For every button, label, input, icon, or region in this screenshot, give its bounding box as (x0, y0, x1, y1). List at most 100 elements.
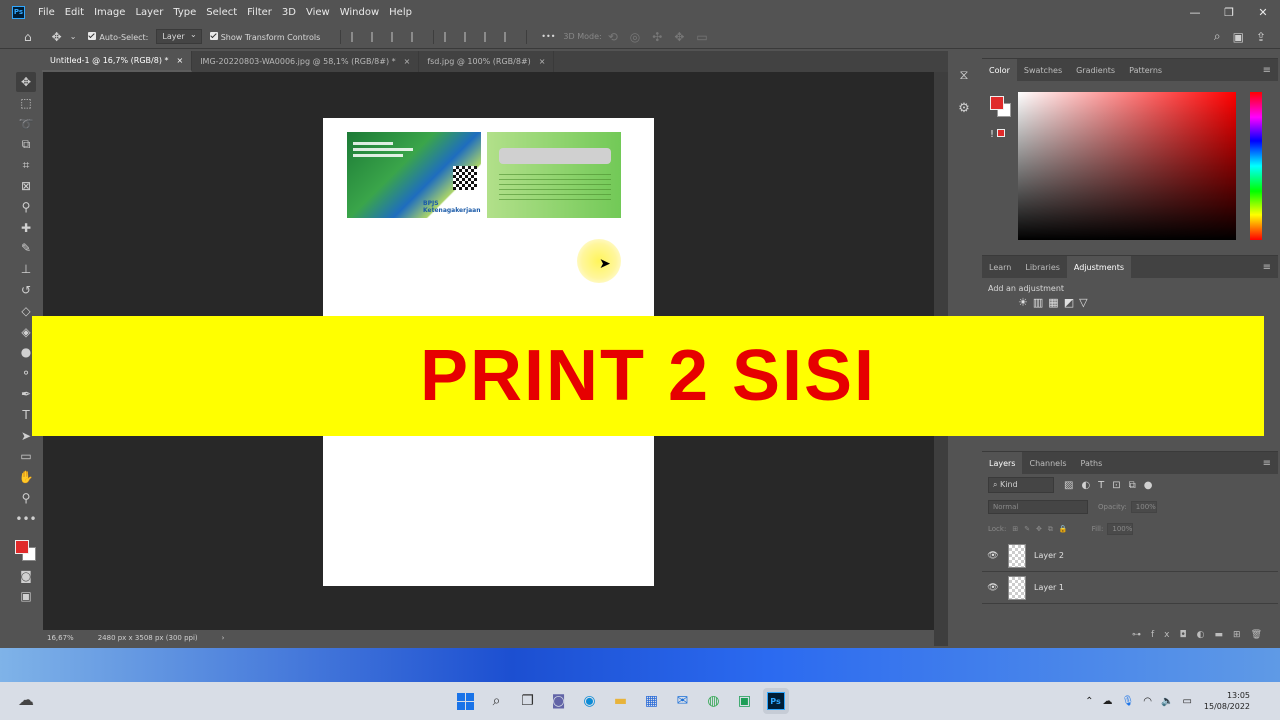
clock[interactable]: 13:05 15/08/2022 (1204, 690, 1250, 712)
close-tab-icon[interactable]: × (404, 57, 411, 66)
visibility-eye-icon[interactable]: 👁 (982, 583, 1004, 593)
microsoft-store-icon[interactable]: ▦ (639, 688, 665, 714)
tab-gradients[interactable]: Gradients (1069, 59, 1122, 81)
menu-image[interactable]: Image (89, 7, 130, 18)
tab-channels[interactable]: Channels (1022, 452, 1073, 474)
restore-button[interactable]: ❐ (1212, 0, 1246, 24)
eyedropper-tool-icon[interactable]: ⚲ (16, 197, 36, 217)
tab-libraries[interactable]: Libraries (1018, 256, 1067, 278)
menu-layer[interactable]: Layer (130, 7, 168, 18)
search-icon[interactable]: ⌕ (1214, 29, 1221, 44)
new-group-icon[interactable]: ▬ (1215, 630, 1234, 640)
fill-input[interactable]: 100% (1107, 523, 1134, 535)
delete-layer-icon[interactable]: 🗑 (1251, 630, 1272, 640)
chat-icon[interactable]: ◙ (546, 688, 572, 714)
gamut-warning-icon[interactable]: ! (990, 129, 1006, 140)
tab-layers[interactable]: Layers (982, 452, 1023, 474)
object-selection-tool-icon[interactable]: ⧉ (16, 134, 36, 154)
align-left-icon[interactable] (351, 31, 363, 42)
task-view-icon[interactable]: ❐ (515, 688, 541, 714)
tab-adjustments[interactable]: Adjustments (1066, 256, 1132, 278)
frame-tool-icon[interactable]: ⊠ (16, 176, 36, 196)
workspace-icon[interactable]: ▣ (1233, 30, 1244, 44)
new-adjustment-icon[interactable]: ◐ (1197, 630, 1215, 640)
menu-file[interactable]: File (33, 7, 60, 18)
brightness-icon[interactable]: ☀ (1018, 296, 1033, 309)
brush-tool-icon[interactable]: ✎ (16, 238, 36, 258)
menu-help[interactable]: Help (384, 7, 417, 18)
curves-icon[interactable]: ▦ (1048, 296, 1063, 309)
photoshop-taskbar-icon[interactable]: Ps (762, 688, 789, 714)
filter-type-icons[interactable]: ▨◐T⊡⧉● (1064, 480, 1161, 491)
levels-icon[interactable]: ▥ (1033, 296, 1048, 309)
3d-scale-icon[interactable]: ▭ (696, 30, 707, 44)
3d-drag-icon[interactable]: ✣ (652, 30, 662, 44)
menu-edit[interactable]: Edit (60, 7, 89, 18)
minimize-button[interactable]: — (1178, 0, 1212, 24)
3d-slide-icon[interactable]: ✥ (674, 30, 684, 44)
opacity-input[interactable]: 100% (1130, 501, 1157, 513)
align-center-icon[interactable] (371, 31, 383, 42)
lasso-tool-icon[interactable]: ➰ (16, 114, 36, 134)
tab-swatches[interactable]: Swatches (1017, 59, 1069, 81)
zoom-tool-icon[interactable]: ⚲ (16, 488, 36, 508)
more-options-button[interactable]: ••• (541, 32, 555, 41)
tab-fsd[interactable]: fsd.jpg @ 100% (RGB/8#) × (419, 51, 555, 72)
hand-tool-icon[interactable]: ✋ (16, 467, 36, 487)
chrome-icon[interactable]: ◍ (701, 688, 727, 714)
panel-menu-icon[interactable]: ≡ (1256, 59, 1278, 81)
move-tool-icon[interactable]: ✥ (16, 72, 36, 92)
menu-3d[interactable]: 3D (277, 7, 301, 18)
new-layer-icon[interactable]: ⊞ (1233, 630, 1251, 640)
3d-roll-icon[interactable]: ◎ (630, 30, 640, 44)
zoom-level[interactable]: 16,67% (47, 634, 74, 642)
kind-filter-select[interactable]: ⌕ Kind (988, 477, 1054, 493)
panel-menu-icon[interactable]: ≡ (1256, 256, 1278, 278)
3d-orbit-icon[interactable]: ⟲ (608, 30, 618, 44)
layer-name[interactable]: Layer 2 (1034, 551, 1064, 560)
microphone-icon[interactable]: 🎙 (1122, 696, 1135, 707)
properties-panel-icon[interactable]: ⚙ (958, 101, 970, 116)
menu-type[interactable]: Type (168, 7, 201, 18)
align-top-icon[interactable] (444, 31, 456, 42)
tool-preset-chevron-icon[interactable]: ⌄ (70, 32, 77, 41)
start-button[interactable] (453, 688, 479, 714)
menu-window[interactable]: Window (335, 7, 384, 18)
tab-paths[interactable]: Paths (1074, 452, 1110, 474)
menu-view[interactable]: View (301, 7, 335, 18)
more-tools-icon[interactable]: ••• (15, 509, 36, 529)
home-icon[interactable]: ⌂ (24, 30, 32, 44)
layer-row[interactable]: 👁 Layer 1 (982, 572, 1278, 604)
tab-img-wa0006[interactable]: IMG-20220803-WA0006.jpg @ 58,1% (RGB/8#)… (192, 51, 420, 72)
history-brush-tool-icon[interactable]: ↺ (16, 280, 36, 300)
marquee-tool-icon[interactable]: ⬚ (16, 93, 36, 113)
history-panel-icon[interactable]: ⧖ (959, 68, 968, 83)
tab-color[interactable]: Color (982, 59, 1017, 81)
foreground-color-chip[interactable] (990, 96, 1004, 110)
blend-mode-select[interactable]: Normal (988, 500, 1088, 514)
wifi-icon[interactable]: ◠ (1143, 696, 1152, 707)
volume-icon[interactable]: 🔈 (1161, 696, 1173, 707)
hue-slider[interactable] (1250, 92, 1262, 240)
distribute-icon[interactable] (411, 31, 423, 42)
auto-select-checkbox[interactable]: Auto-Select: (88, 31, 148, 42)
tab-untitled-1[interactable]: Untitled-1 @ 16,7% (RGB/8) * × (42, 51, 193, 72)
foreground-color-swatch[interactable] (15, 539, 29, 554)
exposure-icon[interactable]: ◩ (1064, 296, 1079, 309)
gradient-map-icon[interactable]: ▽ (1079, 296, 1092, 309)
lock-icons[interactable]: ⊞✎✥⧉🔒 (1012, 525, 1073, 534)
status-menu-arrow[interactable]: › (222, 634, 225, 642)
edge-browser-icon[interactable]: ◉ (577, 688, 603, 714)
tab-patterns[interactable]: Patterns (1122, 59, 1169, 81)
align-right-icon[interactable] (391, 31, 403, 42)
clone-stamp-tool-icon[interactable]: ⊥ (16, 259, 36, 279)
rectangle-tool-icon[interactable]: ▭ (16, 446, 36, 466)
visibility-eye-icon[interactable]: 👁 (982, 551, 1004, 561)
distribute-vertical-icon[interactable] (504, 31, 516, 42)
screen-mode-icon[interactable]: ▣ (16, 586, 36, 606)
close-tab-icon[interactable]: × (176, 56, 183, 65)
close-tab-icon[interactable]: × (539, 57, 546, 66)
menu-filter[interactable]: Filter (242, 7, 277, 18)
weather-widget-icon[interactable]: ☁ (18, 690, 34, 709)
healing-brush-tool-icon[interactable]: ✚ (16, 218, 36, 238)
